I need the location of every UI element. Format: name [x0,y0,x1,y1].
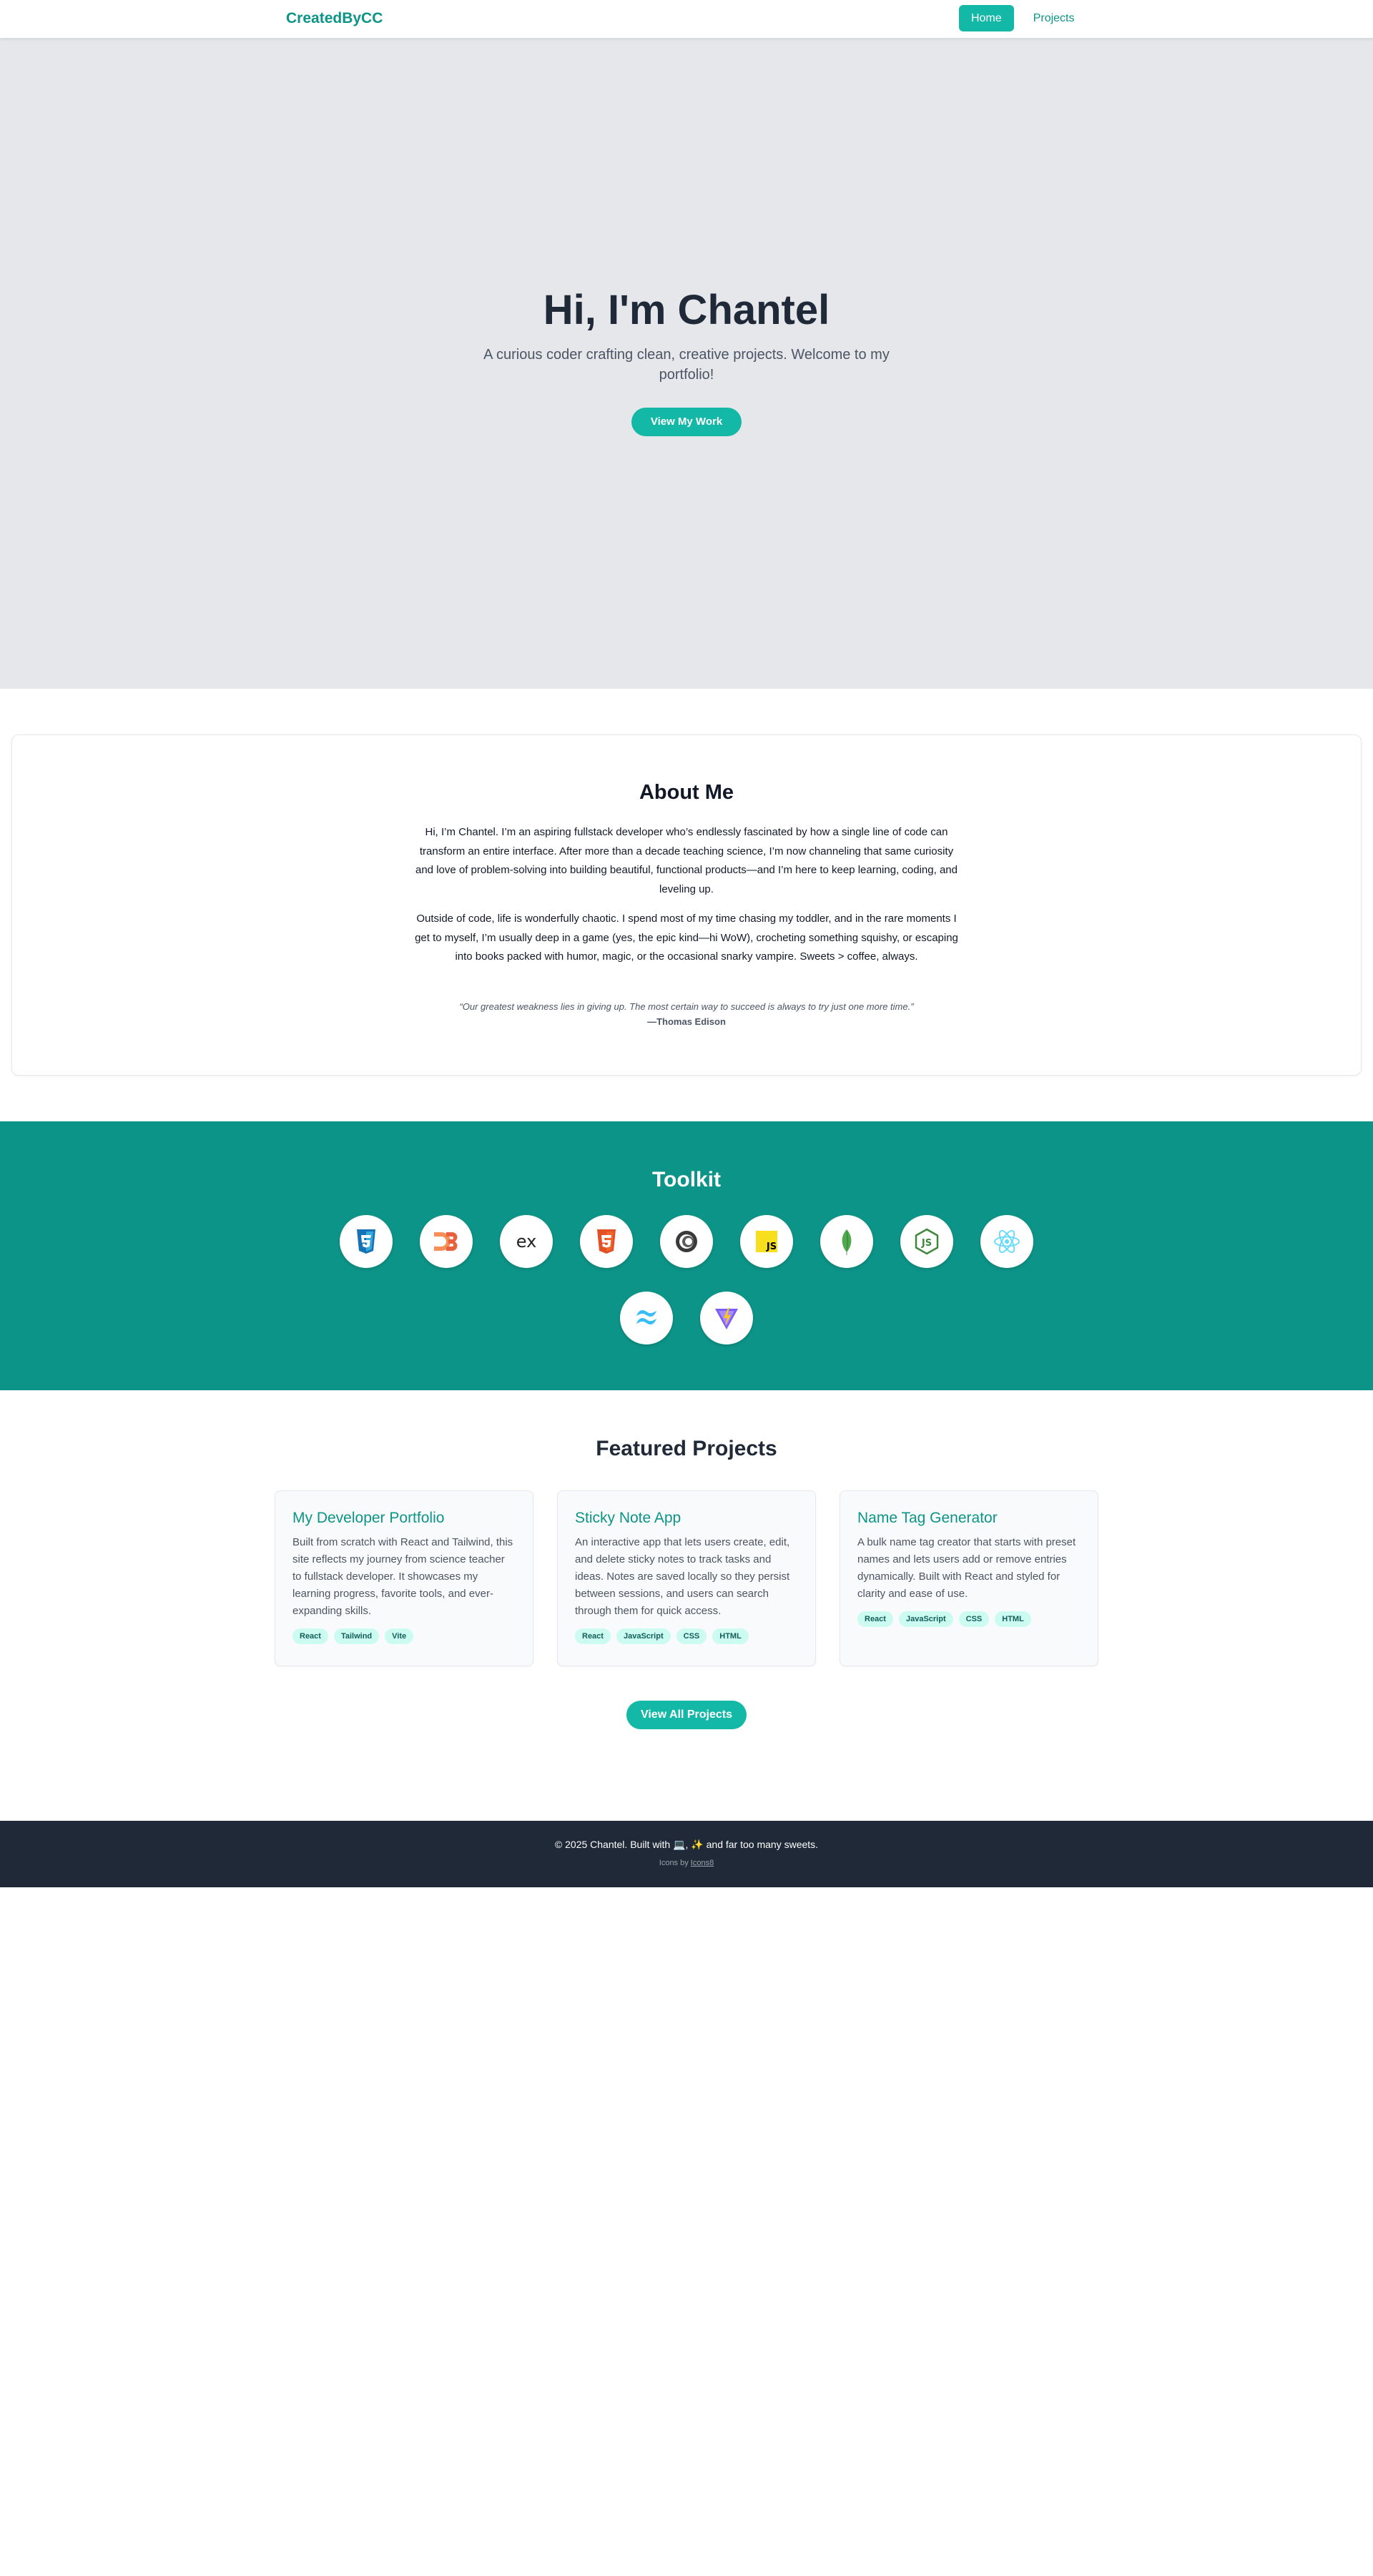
footer-credits-prefix: Icons by [659,1859,691,1867]
nodejs-icon: JS [900,1215,953,1268]
tag: Vite [385,1628,414,1644]
css3-icon [340,1215,393,1268]
tag: JavaScript [616,1628,671,1644]
project-title[interactable]: My Developer Portfolio [292,1510,516,1527]
tag: React [857,1611,893,1627]
nav-links: Home Projects [959,5,1086,31]
javascript-icon: JS [740,1215,793,1268]
about-paragraph-2: Outside of code, life is wonderfully cha… [415,913,958,963]
hero-title: Hi, I'm Chantel [543,287,830,333]
d3-icon [420,1215,473,1268]
about-paragraph-1: Hi, I’m Chantel. I’m an aspiring fullsta… [415,826,958,895]
tag: HTML [712,1628,749,1644]
tag: React [292,1628,328,1644]
svg-text:JS: JS [921,1238,932,1249]
view-all-projects-button[interactable]: View All Projects [626,1701,747,1729]
tailwind-icon [620,1292,673,1344]
tag: React [575,1628,611,1644]
view-my-work-button[interactable]: View My Work [631,408,742,436]
nav-link-home[interactable]: Home [959,5,1014,31]
mongodb-icon [820,1215,873,1268]
project-title[interactable]: Name Tag Generator [857,1510,1081,1527]
html5-icon [580,1215,633,1268]
react-icon [980,1215,1033,1268]
quote-author: —Thomas Edison [647,1016,726,1027]
tag: Tailwind [333,1628,380,1644]
about-title: About Me [639,781,734,804]
svg-text:JS: JS [766,1242,777,1252]
top-nav: CreatedByCC Home Projects [0,0,1373,38]
project-description: Built from scratch with React and Tailwi… [292,1536,513,1617]
tag: JavaScript [898,1611,953,1627]
featured-projects-title: Featured Projects [596,1437,777,1460]
tag-list: React Tailwind Vite [292,1628,516,1644]
express-icon: ex [500,1215,553,1268]
svg-text:ex: ex [516,1232,537,1252]
brand-logo[interactable]: CreatedByCC [286,10,383,27]
project-card[interactable]: Sticky Note App An interactive app that … [557,1490,816,1666]
icons8-link[interactable]: Icons8 [691,1859,714,1867]
project-card[interactable]: Name Tag Generator A bulk name tag creat… [840,1490,1098,1666]
quote-text: “Our greatest weakness lies in giving up… [459,1001,914,1012]
toolkit-title: Toolkit [651,1168,722,1191]
footer [0,1821,1373,1887]
vite-icon [700,1292,753,1344]
project-description: A bulk name tag creator that starts with… [857,1536,1076,1600]
project-description: An interactive app that lets users creat… [575,1536,790,1617]
hero-subtitle: A curious coder crafting clean, creative… [483,347,890,383]
tag: CSS [958,1611,990,1627]
tag-list: React JavaScript CSS HTML [575,1628,798,1644]
footer-copyright: © 2025 Chantel. Built with 💻, ✨ and far … [554,1839,819,1850]
jest-icon [660,1215,713,1268]
tag: CSS [676,1628,707,1644]
tag: HTML [995,1611,1031,1627]
project-card[interactable]: My Developer Portfolio Built from scratc… [275,1490,533,1666]
footer-credits: Icons by Icons8 [0,1859,1373,1867]
project-title[interactable]: Sticky Note App [575,1510,798,1527]
tag-list: React JavaScript CSS HTML [857,1611,1081,1627]
nav-link-projects[interactable]: Projects [1021,5,1087,31]
